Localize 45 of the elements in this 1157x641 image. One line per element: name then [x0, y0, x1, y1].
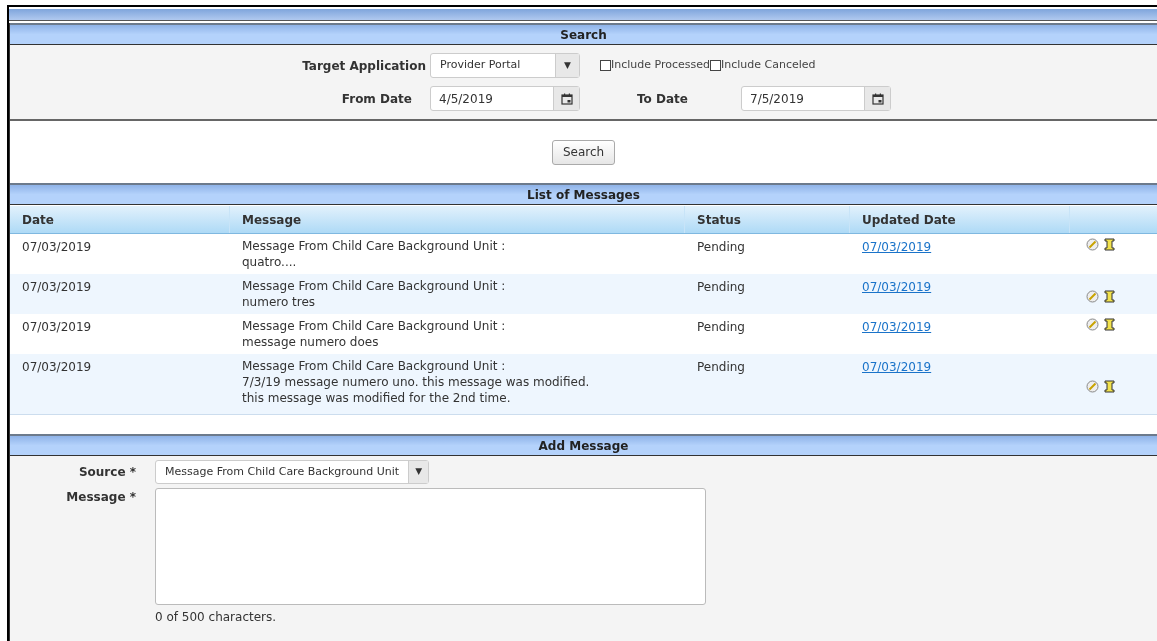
table-cell-text: 07/03/2019 — [21, 319, 93, 336]
field-label: Message * — [65, 489, 136, 506]
source-dropdown[interactable]: Message From Child Care Background Unit ▼ — [155, 460, 429, 484]
table-cell-text: Message From Child Care Background Unit : message numero does — [242, 318, 507, 350]
checkbox[interactable] — [600, 60, 611, 71]
target-application-dropdown[interactable]: Provider Portal ▼ — [430, 53, 580, 78]
table-cell-text: Message From Child Care Background Unit : numero tres — [242, 278, 507, 310]
calendar-icon[interactable] — [560, 92, 573, 105]
section-header: List of Messages — [10, 183, 1157, 205]
updated-date-link[interactable]: 07/03/2019 — [862, 240, 932, 254]
scroll-icon[interactable] — [1103, 238, 1116, 251]
updated-date-link[interactable]: 07/03/2019 — [862, 320, 932, 334]
table-cell-text: Pending — [696, 319, 746, 336]
column-header: Status — [685, 206, 850, 233]
to-date-field[interactable]: 7/5/2019 — [741, 86, 891, 111]
column-header: Updated Date — [850, 206, 1070, 233]
table-cell-text: 07/03/2019 — [21, 359, 93, 376]
scroll-icon[interactable] — [1103, 379, 1116, 393]
column-header: Date — [10, 206, 230, 233]
table-cell-text: 07/03/2019 — [21, 279, 93, 296]
section-header: Add Message — [10, 434, 1157, 456]
field-label: Source * — [77, 464, 136, 481]
column-header: Message — [230, 206, 685, 233]
table-cell-text: Message From Child Care Background Unit : quatro.... — [242, 238, 507, 270]
scroll-icon[interactable] — [1103, 318, 1116, 331]
scroll-icon[interactable] — [1103, 289, 1116, 303]
checkbox[interactable] — [710, 60, 722, 71]
from-date-field[interactable]: 4/5/2019 — [430, 86, 580, 111]
table-cell-text: Pending — [696, 239, 746, 256]
checkbox-label: Include Canceled — [721, 57, 816, 74]
checkbox-label: Include Processed — [611, 57, 711, 74]
message-field[interactable] — [155, 488, 706, 605]
table-cell-text: 07/03/2019 — [21, 239, 93, 256]
table-cell-text: Pending — [696, 359, 746, 376]
field-label: To Date — [637, 90, 689, 108]
updated-date-link[interactable]: 07/03/2019 — [862, 360, 932, 374]
table-cell-text: Pending — [696, 279, 746, 296]
section-header: Search — [10, 23, 1157, 45]
search-button[interactable]: Search — [551, 139, 616, 165]
table-cell-text: Message From Child Care Background Unit : 7/3/19 message numero uno. this message was modified. this message was modified for the 2nd time. — [242, 358, 591, 406]
updated-date-link[interactable]: 07/03/2019 — [862, 280, 932, 294]
calendar-icon[interactable] — [871, 92, 884, 105]
field-label: From Date — [340, 90, 412, 108]
field-label: Target Application — [301, 57, 426, 75]
character-counter: 0 of 500 characters. — [155, 609, 278, 626]
